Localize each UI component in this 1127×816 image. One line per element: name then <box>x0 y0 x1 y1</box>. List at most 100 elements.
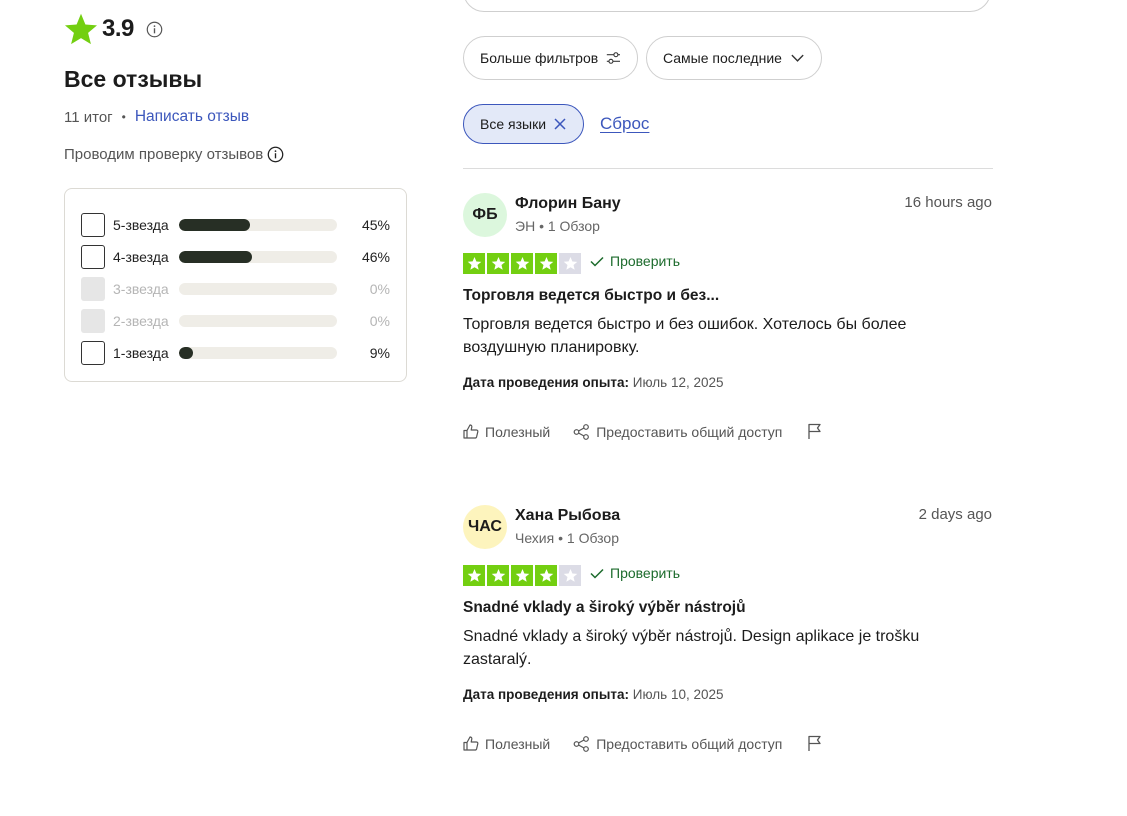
checkmark-icon <box>590 568 604 579</box>
star-filter-checkbox[interactable] <box>81 213 105 237</box>
distribution-label: 2-звезда <box>113 313 169 329</box>
star-filter-checkbox[interactable] <box>81 245 105 269</box>
review-actions: Полезный Предоставить общий доступ <box>463 423 828 440</box>
star-distribution: 5-звезда 45% 4-звезда 46% 3-звезда 0% 2-… <box>64 188 407 382</box>
sliders-icon <box>606 52 621 64</box>
star-filter-checkbox[interactable] <box>81 341 105 365</box>
distribution-row-4[interactable]: 4-звезда 46% <box>65 241 406 273</box>
share-icon <box>573 423 590 440</box>
flag-icon <box>808 735 822 751</box>
star-icon <box>563 256 577 270</box>
star-icon <box>539 568 553 582</box>
distribution-percent: 9% <box>369 345 390 361</box>
experience-date-label: Дата проведения опыта: <box>463 375 629 390</box>
review-card: ЧАС Хана Рыбова Чехия • 1 Обзор 2 days a… <box>463 505 993 785</box>
review-star-rating <box>463 565 581 586</box>
distribution-row-2: 2-звезда 0% <box>65 305 406 337</box>
experience-date-label: Дата проведения опыта: <box>463 687 629 702</box>
star-empty <box>559 253 581 274</box>
close-icon[interactable] <box>554 118 566 130</box>
chevron-down-icon <box>791 54 804 62</box>
more-filters-button[interactable]: Больше фильтров <box>463 36 638 80</box>
review-author[interactable]: Флорин Бану <box>515 195 621 213</box>
review-star-rating <box>463 253 581 274</box>
experience-date: Дата проведения опыта: Июль 12, 2025 <box>463 375 724 390</box>
experience-date: Дата проведения опыта: Июль 10, 2025 <box>463 687 724 702</box>
star-filled <box>535 253 557 274</box>
star-icon <box>515 568 529 582</box>
review-author-meta: Чехия • 1 Обзор <box>515 530 620 546</box>
useful-label: Полезный <box>485 423 551 440</box>
distribution-bar <box>179 283 337 295</box>
star-icon <box>539 256 553 270</box>
verified-badge[interactable]: Проверить <box>590 565 680 581</box>
distribution-percent: 46% <box>361 249 390 265</box>
star-filled <box>511 565 533 586</box>
share-button[interactable]: Предоставить общий доступ <box>573 736 782 752</box>
reset-filters-link[interactable]: Сброс <box>600 114 649 134</box>
star-empty <box>559 565 581 586</box>
distribution-percent: 0% <box>369 313 390 329</box>
review-actions: Полезный Предоставить общий доступ <box>463 735 828 752</box>
write-review-link[interactable]: Написать отзыв <box>135 108 249 126</box>
more-filters-label: Больше фильтров <box>480 50 599 66</box>
share-button[interactable]: Предоставить общий доступ <box>573 424 782 440</box>
star-filled <box>463 565 485 586</box>
star-icon <box>515 256 529 270</box>
review-author[interactable]: Хана Рыбова <box>515 507 620 525</box>
share-label: Предоставить общий доступ <box>596 423 783 440</box>
distribution-label: 3-звезда <box>113 281 169 297</box>
reviews-column: Больше фильтров Самые последние Все язык… <box>463 0 993 816</box>
verified-label: Проверить <box>610 253 681 269</box>
avatar[interactable]: ФБ <box>463 193 507 237</box>
overall-rating: 3.9 <box>64 12 163 46</box>
distribution-label: 4-звезда <box>113 249 169 265</box>
distribution-bar <box>179 251 337 263</box>
experience-date-value: Июль 10, 2025 <box>632 687 724 702</box>
star-filled <box>487 253 509 274</box>
star-filter-checkbox <box>81 277 105 301</box>
share-label: Предоставить общий доступ <box>596 735 783 752</box>
review-title[interactable]: Торговля ведется быстро и без... <box>463 287 719 305</box>
star-filled <box>487 565 509 586</box>
star-icon <box>467 568 481 582</box>
review-totals: 11 итог • Написать отзыв <box>64 108 249 126</box>
sort-dropdown[interactable]: Самые последние <box>646 36 822 80</box>
review-body: Snadné vklady a široký výběr nástrojů. D… <box>463 628 920 668</box>
review-card: ФБ Флорин Бану ЭН • 1 Обзор 16 hours ago… <box>463 193 993 473</box>
verification-note: Проводим проверку отзывов <box>64 146 284 163</box>
verification-text: Проводим проверку отзывов <box>64 146 264 163</box>
divider <box>463 168 993 169</box>
star-icon <box>491 568 505 582</box>
share-icon <box>573 735 590 752</box>
distribution-bar-fill <box>179 347 194 359</box>
useful-label: Полезный <box>485 735 551 752</box>
flag-icon <box>808 423 822 439</box>
info-icon[interactable] <box>267 146 284 163</box>
report-button[interactable] <box>807 735 828 752</box>
verified-badge[interactable]: Проверить <box>590 253 680 269</box>
distribution-bar <box>179 315 337 327</box>
review-author-meta: ЭН • 1 Обзор <box>515 218 600 234</box>
review-time: 16 hours ago <box>904 194 992 211</box>
total-count: 11 итог <box>64 108 113 126</box>
distribution-percent: 45% <box>361 217 390 233</box>
distribution-row-5[interactable]: 5-звезда 45% <box>65 209 406 241</box>
distribution-row-1[interactable]: 1-звезда 9% <box>65 337 406 369</box>
thumbs-up-icon <box>463 736 479 751</box>
rating-value: 3.9 <box>102 15 134 42</box>
search-field[interactable] <box>463 0 991 12</box>
useful-button[interactable]: Полезный <box>463 424 550 440</box>
avatar[interactable]: ЧАС <box>463 505 507 549</box>
distribution-bar <box>179 219 337 231</box>
useful-button[interactable]: Полезный <box>463 736 550 752</box>
info-icon[interactable] <box>146 21 163 38</box>
review-time: 2 days ago <box>918 506 992 523</box>
distribution-row-3: 3-звезда 0% <box>65 273 406 305</box>
review-title[interactable]: Snadné vklady a široký výběr nástrojů <box>463 599 746 617</box>
report-button[interactable] <box>807 423 828 440</box>
checkmark-icon <box>590 256 604 267</box>
language-filter-chip[interactable]: Все языки <box>463 104 584 144</box>
verified-label: Проверить <box>610 565 681 581</box>
page-title: Все отзывы <box>64 66 203 92</box>
